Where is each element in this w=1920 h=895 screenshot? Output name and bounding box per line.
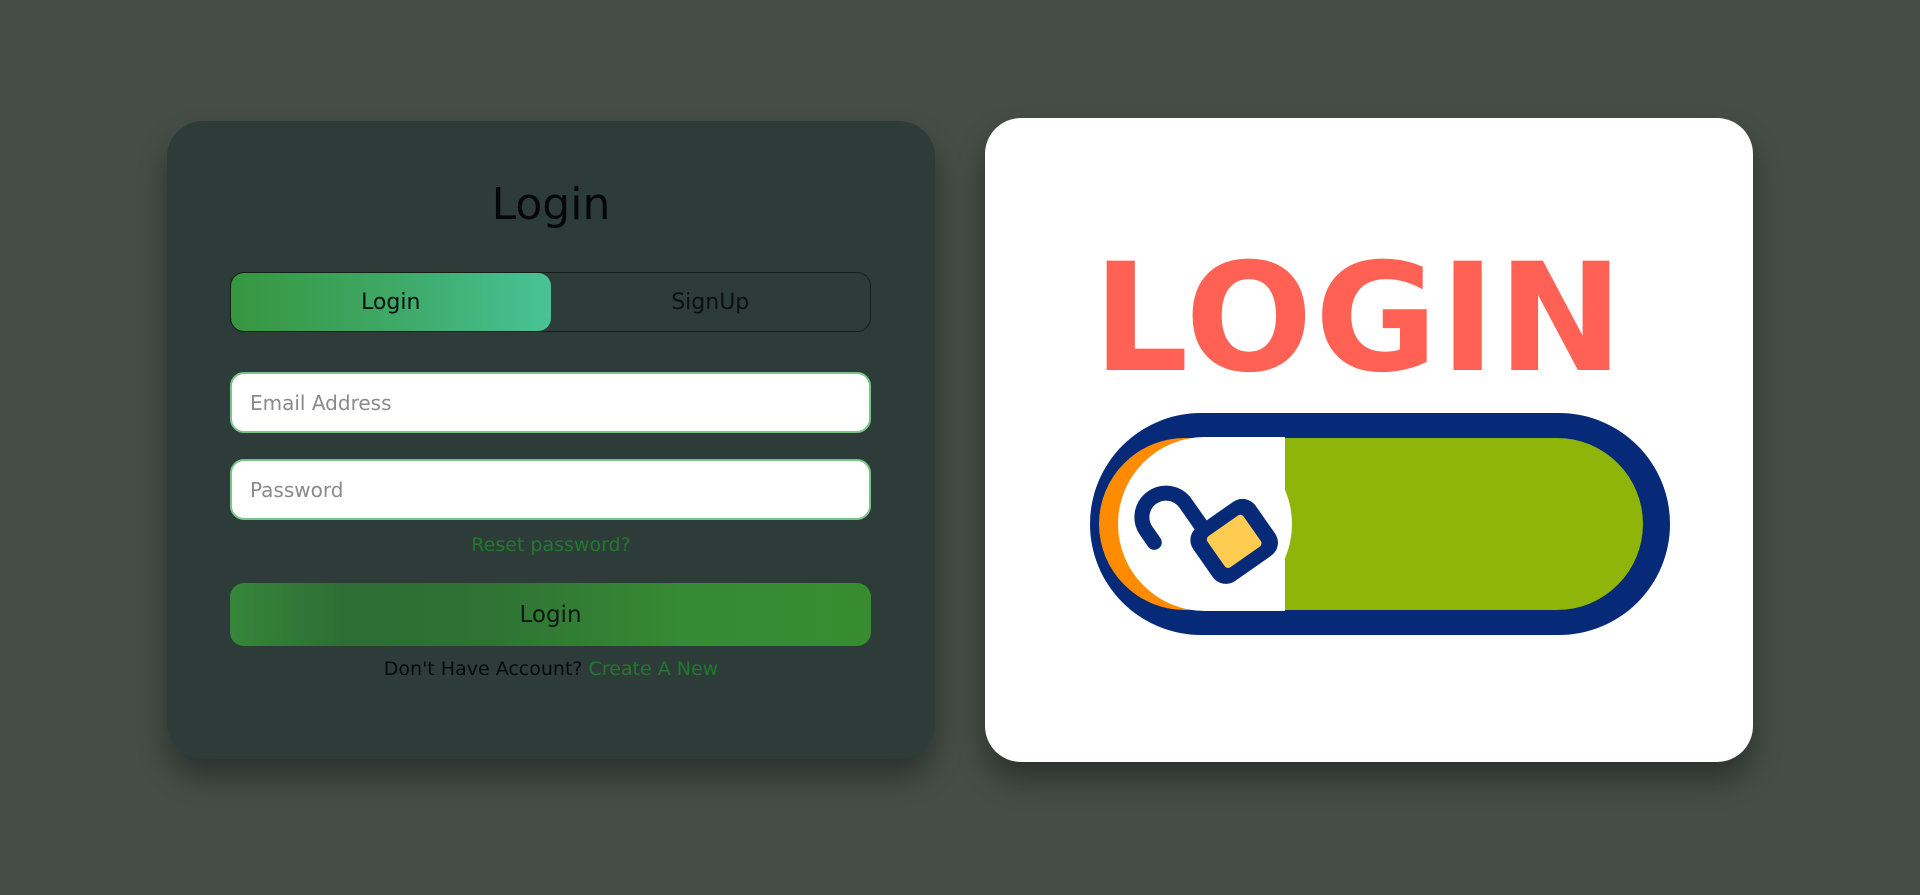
tab-signup[interactable]: SignUp: [551, 273, 871, 331]
tab-login[interactable]: Login: [231, 273, 551, 331]
login-logo-text: LOGIN: [1093, 232, 1625, 406]
password-field[interactable]: [230, 459, 871, 520]
reset-password-link[interactable]: Reset password?: [167, 534, 935, 556]
login-toggle-illustration: LOGIN: [1090, 232, 1670, 635]
login-form-card: Login Login SignUp Reset password? Login…: [167, 121, 935, 759]
signup-prompt-text: Don't Have Account?: [383, 658, 583, 680]
page: Login Login SignUp Reset password? Login…: [0, 0, 1920, 895]
login-button[interactable]: Login: [230, 583, 871, 646]
signup-prompt-row: Don't Have Account? Create A New: [167, 658, 935, 680]
create-account-link[interactable]: Create A New: [589, 658, 719, 680]
illustration-card: LOGIN: [985, 118, 1753, 762]
auth-tab-switch: Login SignUp: [230, 272, 871, 332]
form-title: Login: [491, 179, 611, 230]
email-field[interactable]: [230, 372, 871, 433]
